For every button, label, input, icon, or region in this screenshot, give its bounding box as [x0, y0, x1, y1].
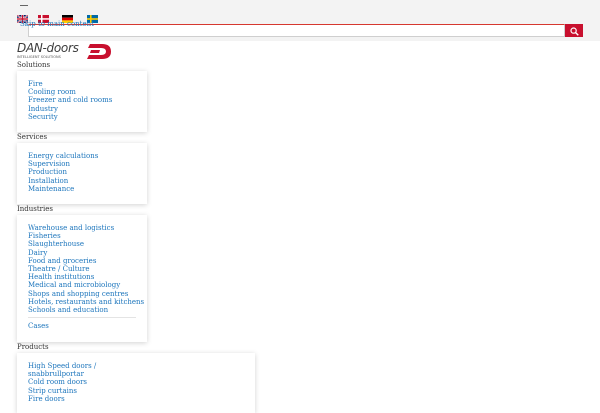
menu-link[interactable]: Food and groceries [28, 257, 96, 265]
menu-link[interactable]: Warehouse and logistics [28, 224, 114, 232]
menu-item-slaughterhouse[interactable]: Slaughterhouse [28, 240, 147, 248]
menu-link[interactable]: Freezer and cold rooms [28, 96, 112, 104]
menu-item-shops-shopping-centres[interactable]: Shops and shopping centres [28, 290, 147, 298]
menu-link[interactable]: Slaughterhouse [28, 240, 84, 248]
menu-item-energy-calculations[interactable]: Energy calculations [28, 152, 147, 160]
menu-item-maintenance[interactable]: Maintenance [28, 185, 147, 193]
menu-item-theatre-culture[interactable]: Theatre / Culture [28, 265, 147, 273]
menu-link[interactable]: snabbrullportar [28, 370, 84, 378]
menu-link[interactable]: Installation [28, 177, 68, 185]
search-button[interactable] [565, 24, 583, 37]
menu-item-high-speed-doors-cont[interactable]: snabbrullportar [28, 370, 255, 378]
menu-item-food-groceries[interactable]: Food and groceries [28, 257, 147, 265]
menu-item-high-speed-doors[interactable]: High Speed doors / [28, 362, 255, 370]
menu-item-production[interactable]: Production [28, 168, 147, 176]
menu-link[interactable]: Strip curtains [28, 387, 77, 395]
menu-link[interactable]: High Speed doors / [28, 362, 96, 370]
menu-link[interactable]: Production [28, 168, 67, 176]
menu-link[interactable]: Schools and education [28, 306, 108, 314]
menu-item-cold-room-doors[interactable]: Cold room doors [28, 378, 255, 386]
menu-item-cases[interactable]: Cases [28, 322, 147, 330]
menu-link[interactable]: Hotels, restaurants and kitchens [28, 298, 144, 306]
top-bar: Skip to main content [0, 0, 600, 41]
menu-item-cooling-room[interactable]: Cooling room [28, 88, 147, 96]
menu-link[interactable]: Maintenance [28, 185, 74, 193]
menu-item-health-institutions[interactable]: Health institutions [28, 273, 147, 281]
menu-item-fire[interactable]: Fire [28, 80, 147, 88]
menu-item-schools-education[interactable]: Schools and education [28, 306, 147, 314]
menu-item-fisheries[interactable]: Fisheries [28, 232, 147, 240]
menu-item-hotels-restaurants-kitchens[interactable]: Hotels, restaurants and kitchens [28, 298, 147, 306]
services-dropdown: Energy calculations Supervision Producti… [17, 143, 147, 204]
menu-link[interactable]: Cold room doors [28, 378, 87, 386]
menu-item-strip-curtains[interactable]: Strip curtains [28, 387, 255, 395]
menu-item-medical-microbiology[interactable]: Medical and microbiology [28, 281, 147, 289]
nav-heading-products[interactable]: Products [17, 343, 49, 351]
menu-item-dairy[interactable]: Dairy [28, 249, 147, 257]
menu-link[interactable]: Dairy [28, 249, 47, 257]
dan-doors-logo[interactable]: DAN-doors INTELLIGENT SOLUTIONS [17, 42, 115, 62]
menu-item-industry[interactable]: Industry [28, 105, 147, 113]
menu-item-supervision[interactable]: Supervision [28, 160, 147, 168]
menu-link[interactable]: Fisheries [28, 232, 61, 240]
menu-divider [28, 317, 136, 319]
search-icon [569, 27, 579, 36]
menu-link[interactable]: Supervision [28, 160, 70, 168]
menu-link[interactable]: Theatre / Culture [28, 265, 90, 273]
menu-link[interactable]: Cases [28, 322, 49, 330]
nav-heading-industries[interactable]: Industries [17, 205, 53, 213]
menu-item-freezer-cold-rooms[interactable]: Freezer and cold rooms [28, 96, 147, 104]
solutions-dropdown: Fire Cooling room Freezer and cold rooms… [17, 71, 147, 132]
products-dropdown: High Speed doors / snabbrullportar Cold … [17, 353, 255, 413]
menu-icon[interactable] [20, 5, 28, 6]
menu-item-installation[interactable]: Installation [28, 177, 147, 185]
menu-item-warehouse-logistics[interactable]: Warehouse and logistics [28, 224, 147, 232]
menu-link[interactable]: Cooling room [28, 88, 76, 96]
logo-mark-icon [87, 44, 111, 59]
menu-link[interactable]: Health institutions [28, 273, 94, 281]
menu-link[interactable]: Shops and shopping centres [28, 290, 128, 298]
nav-heading-solutions[interactable]: Solutions [17, 61, 50, 69]
menu-link[interactable]: Industry [28, 105, 58, 113]
menu-link[interactable]: Fire doors [28, 395, 65, 403]
menu-link[interactable]: Security [28, 113, 58, 121]
menu-item-security[interactable]: Security [28, 113, 147, 121]
logo-wordmark: DAN-doors [17, 41, 79, 55]
logo-tagline: INTELLIGENT SOLUTIONS [17, 55, 61, 59]
skip-to-content-link[interactable]: Skip to main content [20, 20, 94, 28]
search-input[interactable] [28, 24, 565, 37]
nav-heading-services[interactable]: Services [17, 133, 47, 141]
industries-dropdown: Warehouse and logistics Fisheries Slaugh… [17, 215, 147, 342]
menu-item-fire-doors[interactable]: Fire doors [28, 395, 255, 403]
menu-link[interactable]: Fire [28, 80, 43, 88]
menu-link[interactable]: Medical and microbiology [28, 281, 120, 289]
menu-link[interactable]: Energy calculations [28, 152, 98, 160]
